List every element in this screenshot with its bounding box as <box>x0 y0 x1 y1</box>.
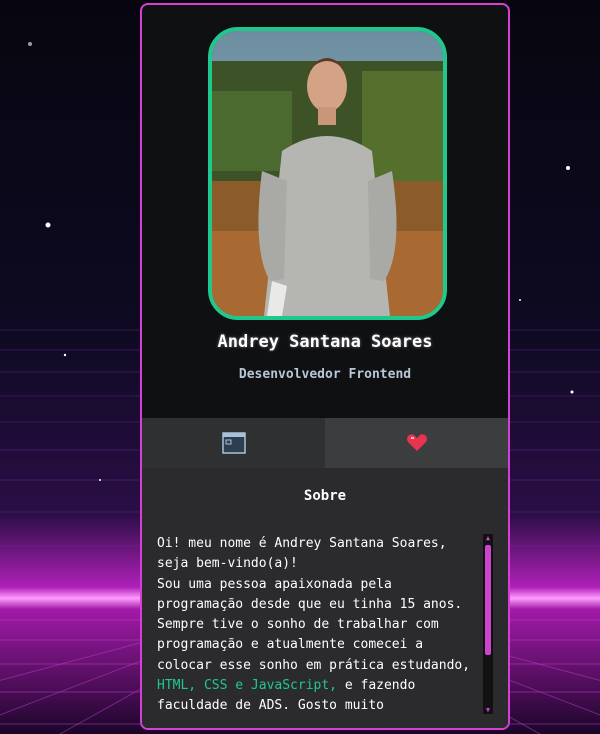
heart-icon <box>406 434 427 451</box>
scroll-down-icon[interactable]: ▼ <box>483 706 493 714</box>
scroll-up-icon[interactable]: ▲ <box>483 534 493 542</box>
profile-tabs <box>142 418 508 468</box>
tab-about[interactable] <box>142 418 325 468</box>
profile-card: Andrey Santana Soares Desenvolvedor Fron… <box>140 3 510 730</box>
about-line-intro: Oi! meu nome é Andrey Santana Soares, se… <box>157 536 447 572</box>
profile-role: Desenvolvedor Frontend <box>238 367 412 382</box>
about-line-body: Sou uma pessoa apaixonada pela programaç… <box>157 576 471 673</box>
skills-highlight: HTML, CSS e JavaScript, <box>157 678 338 694</box>
about-title: Sobre <box>303 488 347 504</box>
about-panel: Sobre Oi! meu nome é Andrey Santana Soar… <box>142 468 508 728</box>
profile-photo <box>208 27 447 320</box>
terminal-window-icon <box>221 432 246 454</box>
tab-favorites[interactable] <box>325 418 508 468</box>
profile-name: Andrey Santana Soares <box>217 332 433 352</box>
about-scrollbar[interactable]: ▲ ▼ <box>483 534 493 714</box>
about-text[interactable]: Oi! meu nome é Andrey Santana Soares, se… <box>157 534 475 714</box>
scroll-thumb[interactable] <box>485 545 491 655</box>
